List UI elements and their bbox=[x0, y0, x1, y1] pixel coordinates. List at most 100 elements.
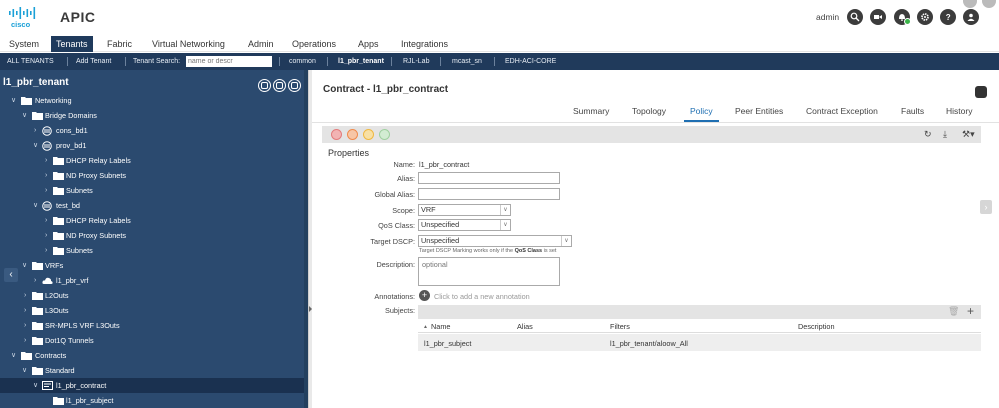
menu-tab-fabric[interactable]: Fabric bbox=[102, 36, 137, 52]
table-row[interactable]: l1_pbr_subject l1_pbr_tenant/aloow_All bbox=[418, 334, 981, 351]
tree-node[interactable]: l1_pbr_subject bbox=[0, 393, 308, 408]
tree-node[interactable]: › SR-MPLS VRF L3Outs bbox=[0, 318, 308, 333]
tree-node[interactable]: › l1_pbr_vrf bbox=[0, 273, 308, 288]
chevron-down-icon[interactable]: ∨ bbox=[22, 108, 27, 123]
chevron-right-icon[interactable]: › bbox=[45, 183, 47, 198]
column-header[interactable]: Description bbox=[798, 322, 835, 331]
target-dscp-select[interactable]: Unspecified ∨ bbox=[418, 235, 572, 247]
notifications-icon[interactable] bbox=[894, 9, 911, 25]
chevron-down-icon[interactable]: ∨ bbox=[500, 220, 510, 230]
global-alias-input[interactable] bbox=[418, 188, 560, 200]
chevron-down-icon[interactable]: ∨ bbox=[22, 363, 27, 378]
download-icon[interactable]: ⤓ bbox=[943, 129, 947, 140]
column-header[interactable]: Filters bbox=[610, 322, 630, 331]
add-annotation-icon[interactable]: + bbox=[419, 290, 430, 301]
search-icon[interactable] bbox=[847, 9, 863, 25]
tab-topology[interactable]: Topology bbox=[632, 106, 666, 122]
chevron-right-icon[interactable]: › bbox=[24, 318, 26, 333]
description-input[interactable]: optional bbox=[418, 257, 560, 286]
collapse-panel-button[interactable]: ‹ bbox=[4, 268, 18, 282]
annotations-hint[interactable]: Click to add a new annotation bbox=[434, 292, 530, 301]
all-tenants-link[interactable]: ALL TENANTS bbox=[7, 53, 54, 70]
menu-tab-system[interactable]: System bbox=[4, 36, 44, 52]
chevron-down-icon[interactable]: ∨ bbox=[11, 348, 16, 363]
menu-tab-apps[interactable]: Apps bbox=[353, 36, 384, 52]
chevron-right-icon[interactable]: › bbox=[34, 273, 36, 288]
tree-node[interactable]: › Subnets bbox=[0, 183, 308, 198]
recent-tenant-link[interactable]: RJL-Lab bbox=[403, 53, 429, 70]
tree-node[interactable]: ∨ Networking bbox=[0, 93, 308, 108]
chevron-down-icon[interactable]: ∨ bbox=[11, 93, 16, 108]
bookmark-icon[interactable] bbox=[975, 86, 987, 98]
chevron-right-icon[interactable]: › bbox=[24, 288, 26, 303]
add-icon[interactable]: + bbox=[967, 304, 974, 318]
scope-select[interactable]: VRF ∨ bbox=[418, 204, 511, 216]
recent-tenant-link[interactable]: common bbox=[289, 53, 316, 70]
chevron-down-icon[interactable]: ∨ bbox=[33, 378, 38, 393]
tenant-search-input[interactable] bbox=[186, 56, 272, 67]
tree-action-button[interactable] bbox=[288, 79, 301, 92]
tree-node[interactable]: ∨ test_bd bbox=[0, 198, 308, 213]
warning-fault-icon[interactable] bbox=[379, 129, 390, 140]
column-header[interactable]: Alias bbox=[517, 322, 533, 331]
tree-node[interactable]: ∨ Standard bbox=[0, 363, 308, 378]
chevron-right-icon[interactable]: › bbox=[45, 228, 47, 243]
tree-node[interactable]: › L2Outs bbox=[0, 288, 308, 303]
window-control[interactable] bbox=[963, 0, 977, 8]
chevron-right-icon[interactable]: › bbox=[45, 243, 47, 258]
recent-tenant-link[interactable]: EDH-ACI-CORE bbox=[505, 53, 556, 70]
tree-action-button[interactable] bbox=[273, 79, 286, 92]
refresh-icon[interactable]: ↻ bbox=[924, 129, 932, 140]
tree-node[interactable]: › ND Proxy Subnets bbox=[0, 228, 308, 243]
tree-node[interactable]: › ND Proxy Subnets bbox=[0, 168, 308, 183]
chevron-right-icon[interactable]: › bbox=[24, 333, 26, 348]
tools-icon[interactable]: ⚒▾ bbox=[962, 129, 975, 140]
window-control[interactable] bbox=[982, 0, 996, 8]
tree-node[interactable]: ∨ Contracts bbox=[0, 348, 308, 363]
expand-panel-button[interactable]: › bbox=[980, 200, 992, 214]
tab-history[interactable]: History bbox=[946, 106, 972, 122]
tree-node[interactable]: › DHCP Relay Labels bbox=[0, 213, 308, 228]
tab-contract-exception[interactable]: Contract Exception bbox=[806, 106, 878, 122]
gear-icon[interactable] bbox=[917, 9, 933, 25]
alias-input[interactable] bbox=[418, 172, 560, 184]
tree-node[interactable]: › L3Outs bbox=[0, 303, 308, 318]
chevron-right-icon[interactable]: › bbox=[34, 123, 36, 138]
recent-tenant-link[interactable]: mcast_sn bbox=[452, 53, 482, 70]
menu-tab-admin[interactable]: Admin bbox=[243, 36, 279, 52]
chevron-right-icon[interactable]: › bbox=[45, 213, 47, 228]
tree-node-selected[interactable]: ∨ l1_pbr_contract bbox=[0, 378, 308, 393]
tree-action-button[interactable] bbox=[258, 79, 271, 92]
add-tenant-link[interactable]: Add Tenant bbox=[76, 53, 111, 70]
tree-node[interactable]: › Subnets bbox=[0, 243, 308, 258]
major-fault-icon[interactable] bbox=[347, 129, 358, 140]
chevron-right-icon[interactable]: › bbox=[45, 153, 47, 168]
tree-node[interactable]: ∨ Bridge Domains bbox=[0, 108, 308, 123]
tree-node[interactable]: ∨ prov_bd1 bbox=[0, 138, 308, 153]
user-name[interactable]: admin bbox=[816, 12, 839, 22]
chevron-right-icon[interactable]: › bbox=[24, 303, 26, 318]
tree-node[interactable]: › DHCP Relay Labels bbox=[0, 153, 308, 168]
chevron-down-icon[interactable]: ∨ bbox=[22, 258, 27, 273]
column-header[interactable]: Name bbox=[431, 322, 450, 331]
tab-summary[interactable]: Summary bbox=[573, 106, 609, 122]
menu-tab-integrations[interactable]: Integrations bbox=[396, 36, 453, 52]
tree-node[interactable]: ∨ VRFs bbox=[0, 258, 308, 273]
recent-tenant-link[interactable]: l1_pbr_tenant bbox=[338, 53, 384, 70]
tab-peer-entities[interactable]: Peer Entities bbox=[735, 106, 783, 122]
chevron-right-icon[interactable]: › bbox=[45, 168, 47, 183]
menu-tab-tenants[interactable]: Tenants bbox=[51, 36, 93, 52]
sort-asc-icon[interactable]: ▲ bbox=[423, 324, 428, 330]
chevron-down-icon[interactable]: ∨ bbox=[33, 138, 38, 153]
menu-tab-operations[interactable]: Operations bbox=[287, 36, 341, 52]
menu-tab-virtual-networking[interactable]: Virtual Networking bbox=[147, 36, 230, 52]
critical-fault-icon[interactable] bbox=[331, 129, 342, 140]
help-icon[interactable]: ? bbox=[940, 9, 956, 25]
video-icon[interactable] bbox=[870, 9, 886, 25]
tree-node[interactable]: › cons_bd1 bbox=[0, 123, 308, 138]
account-icon[interactable] bbox=[963, 9, 979, 25]
tab-faults[interactable]: Faults bbox=[901, 106, 924, 122]
chevron-down-icon[interactable]: ∨ bbox=[561, 236, 571, 246]
minor-fault-icon[interactable] bbox=[363, 129, 374, 140]
qos-class-select[interactable]: Unspecified ∨ bbox=[418, 219, 511, 231]
